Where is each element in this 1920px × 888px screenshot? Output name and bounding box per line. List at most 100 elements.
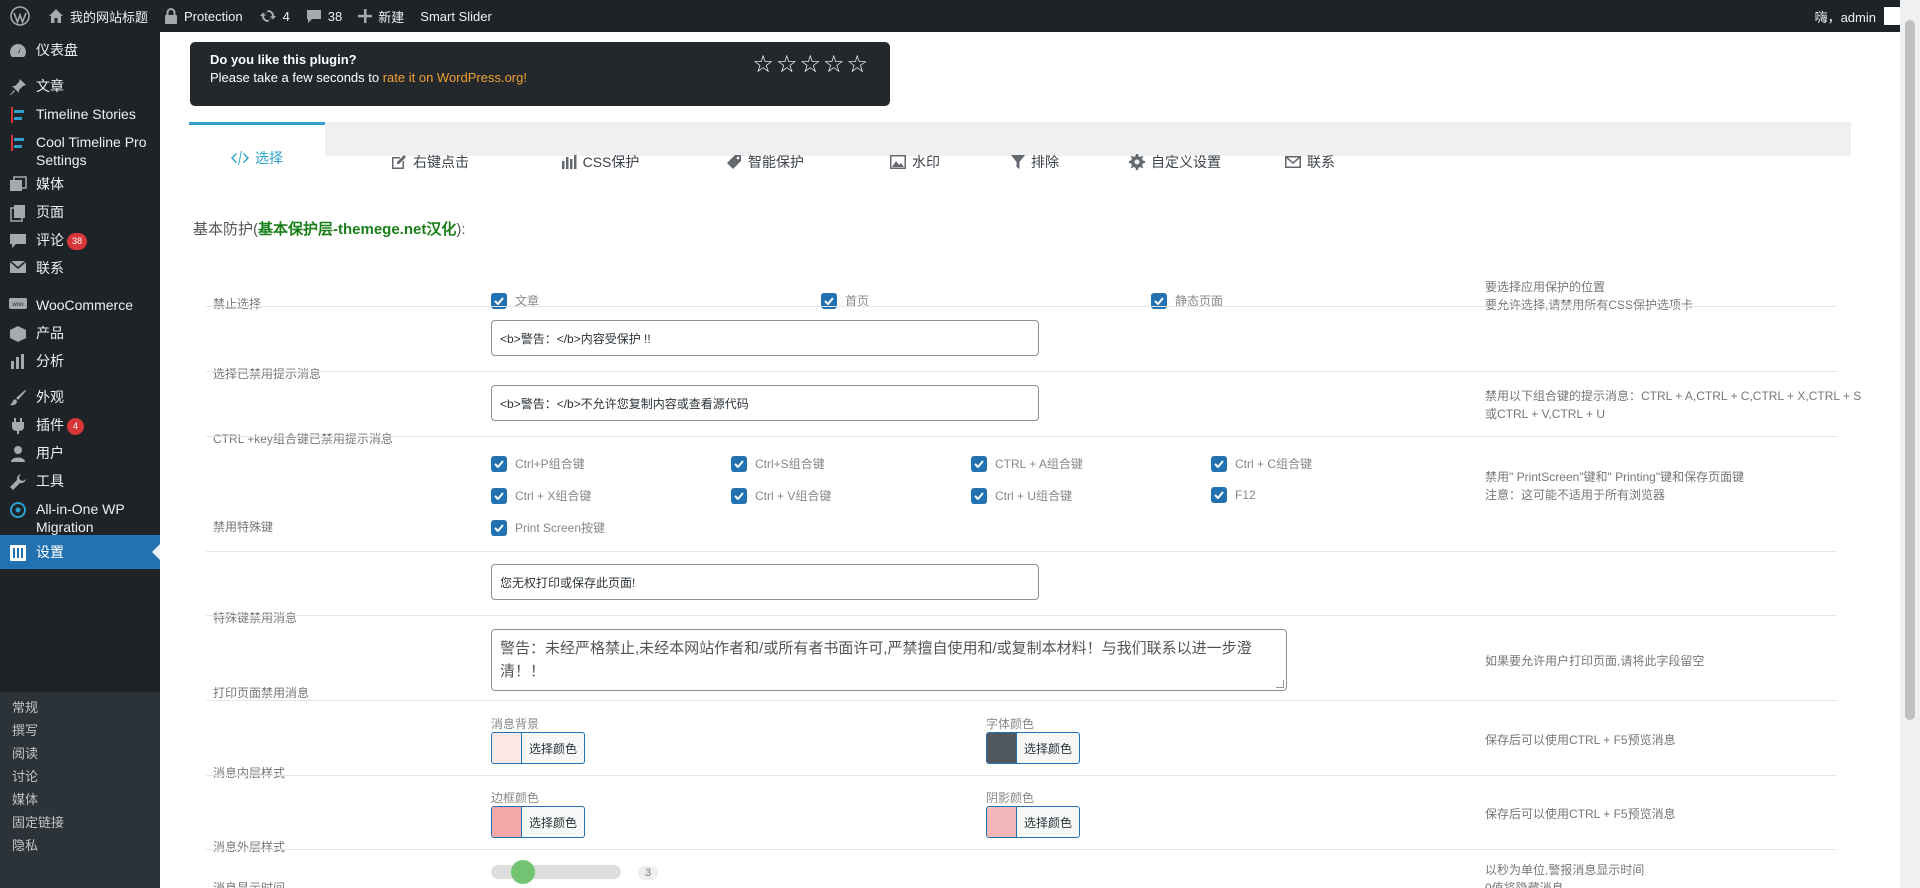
user-icon	[0, 444, 36, 463]
print-msg-textarea[interactable]: 警告：未经严格禁止,未经本网站作者和/或所有者书面许可,严禁擅自使用和/或复制本…	[491, 629, 1287, 691]
section-title: 基本防护(基本保护层-themege.net汉化):	[193, 221, 466, 238]
submenu-item-privacy[interactable]: 隐私	[12, 835, 38, 854]
bg-color-picker[interactable]: 选择颜色	[491, 732, 585, 764]
sidebar-item-label: 外观	[36, 389, 64, 405]
checkbox-ctrl-c[interactable]: Ctrl + C组合键	[1211, 455, 1312, 472]
checkbox-check-icon	[1211, 455, 1227, 472]
ctrl-msg-input[interactable]: <b>警告：</b>不允许您复制内容或查看源代码	[491, 385, 1039, 421]
sidebar-item-contact[interactable]: 联系	[0, 259, 160, 277]
hint-special-keys: 禁用" PrintScreen"键和" Printing"键和保存页面键 注意：这…	[1485, 470, 1745, 502]
sidebar-item-posts[interactable]: 文章	[0, 77, 160, 96]
greeting: 嗨，admin	[1814, 9, 1876, 25]
plus-icon	[358, 9, 373, 23]
rate-link[interactable]: rate it on WordPress.org!	[383, 70, 527, 85]
display-time-slider[interactable]	[491, 860, 621, 884]
checkbox-ctrl-u[interactable]: Ctrl + U组合键	[971, 487, 1072, 504]
tab-watermark[interactable]: 水印	[855, 128, 975, 196]
smart-slider-link[interactable]: Smart Slider	[412, 0, 500, 32]
comments-link[interactable]: 38	[298, 0, 350, 32]
checkbox-ctrl-s[interactable]: Ctrl+S组合键	[731, 455, 825, 472]
sidebar-item-timeline-stories[interactable]: Timeline Stories	[0, 105, 160, 124]
select-msg-input[interactable]: <b>警告：</b>内容受保护 !!	[491, 320, 1039, 356]
page-scrollbar[interactable]	[1900, 0, 1920, 888]
checkbox-ctrl-p[interactable]: Ctrl+P组合键	[491, 455, 585, 472]
sidebar-item-dashboard[interactable]: 仪表盘	[0, 41, 160, 60]
tab-exclude[interactable]: 排除	[980, 128, 1090, 196]
media-icon	[0, 175, 36, 194]
tab-right-click[interactable]: 右键点击	[360, 128, 500, 196]
tab-select[interactable]: 选择	[189, 122, 325, 190]
sidebar-item-label: 联系	[36, 260, 64, 276]
updates-link[interactable]: 4	[251, 0, 298, 32]
new-label: 新建	[378, 9, 405, 25]
sidebar-item-woocommerce[interactable]: woo WooCommerce	[0, 296, 160, 314]
tab-label: CSS保护	[582, 154, 640, 170]
new-content-link[interactable]: 新建	[350, 0, 412, 32]
checkbox-ctrl-a[interactable]: CTRL + A组合键	[971, 455, 1083, 472]
font-color-picker[interactable]: 选择颜色	[986, 732, 1080, 764]
sidebar-item-plugins[interactable]: 插件 4	[0, 416, 160, 435]
pin-icon	[0, 77, 36, 96]
tab-contact[interactable]: 联系	[1250, 128, 1370, 196]
sidebar-item-label: 页面	[36, 204, 64, 220]
slider-handle[interactable]	[511, 860, 535, 884]
border-color-picker[interactable]: 选择颜色	[491, 806, 585, 838]
checkbox-print-screen[interactable]: Print Screen按键	[491, 519, 605, 536]
sidebar-item-settings[interactable]: 设置	[0, 535, 160, 569]
sidebar-item-comments[interactable]: 评论 38	[0, 231, 160, 250]
tab-smart-protection[interactable]: 智能保护	[690, 128, 840, 196]
sidebar-item-migration[interactable]: All-in-One WP Migration	[0, 500, 160, 536]
comment-count-badge: 38	[67, 233, 88, 250]
wordpress-logo-icon[interactable]	[0, 0, 40, 32]
tab-label: 水印	[912, 154, 940, 170]
rating-notice: Do you like this plugin? Please take a f…	[190, 42, 890, 106]
submenu-item-general[interactable]: 常规	[12, 697, 38, 716]
protection-label: Protection	[184, 8, 243, 24]
checkbox-ctrl-x[interactable]: Ctrl + X组合键	[491, 487, 591, 504]
chart-icon	[0, 352, 36, 369]
sidebar-item-label: Timeline Stories	[36, 106, 136, 122]
checkbox-check-icon	[731, 455, 747, 472]
submenu-item-discussion[interactable]: 讨论	[12, 766, 38, 785]
sidebar-item-timeline-settings[interactable]: Cool Timeline Pro Settings	[0, 133, 160, 169]
sidebar-item-media[interactable]: 媒体	[0, 175, 160, 194]
sidebar-item-products[interactable]: 产品	[0, 324, 160, 343]
site-name-link[interactable]: 我的网站标题	[40, 0, 156, 32]
tab-custom-settings[interactable]: 自定义设置	[1100, 128, 1250, 196]
brush-icon	[0, 388, 36, 407]
submenu-item-writing[interactable]: 撰写	[12, 720, 38, 739]
row-divider	[206, 436, 1836, 437]
protection-link[interactable]: Protection	[156, 0, 251, 32]
resize-handle[interactable]	[1276, 680, 1284, 688]
sidebar-item-label: 分析	[36, 353, 64, 369]
smart-slider-label: Smart Slider	[420, 8, 492, 24]
sidebar-item-tools[interactable]: 工具	[0, 472, 160, 491]
hint-ctrl-msg: 禁用以下组合键的提示消息：CTRL + A,CTRL + C,CTRL + X,…	[1485, 389, 1862, 421]
rating-stars[interactable]: ☆☆☆☆☆	[752, 50, 870, 79]
submenu-item-permalinks[interactable]: 固定链接	[12, 812, 64, 831]
sidebar-item-label: 媒体	[36, 176, 64, 192]
scrollbar-thumb[interactable]	[1905, 20, 1915, 720]
sidebar-item-users[interactable]: 用户	[0, 444, 160, 463]
checkbox-ctrl-v[interactable]: Ctrl + V组合键	[731, 487, 831, 504]
tab-css-protection[interactable]: CSS保护	[530, 128, 670, 196]
checkbox-check-icon	[971, 455, 987, 472]
sidebar-item-label: All-in-One WP Migration	[36, 501, 125, 535]
plugin-update-badge: 4	[67, 418, 84, 435]
site-name: 我的网站标题	[70, 9, 149, 25]
shadow-color-picker[interactable]: 选择颜色	[986, 806, 1080, 838]
submenu-item-reading[interactable]: 阅读	[12, 743, 38, 762]
checkbox-f12[interactable]: F12	[1211, 487, 1256, 503]
special-msg-input[interactable]: 您无权打印或保存此页面!	[491, 564, 1039, 600]
sidebar-item-analytics[interactable]: 分析	[0, 352, 160, 370]
row-label-special-keys: 禁用特殊键	[213, 520, 274, 534]
sidebar-item-appearance[interactable]: 外观	[0, 388, 160, 407]
account-menu[interactable]: 嗨，admin	[1815, 0, 1902, 32]
row-divider	[206, 306, 1836, 307]
sidebar-item-pages[interactable]: 页面	[0, 203, 160, 222]
mail-icon	[0, 259, 36, 274]
row-label-select-msg: 选择已禁用提示消息	[213, 367, 322, 381]
hint-inner-style: 保存后可以使用CTRL + F5预览消息	[1485, 733, 1676, 747]
submenu-item-media[interactable]: 媒体	[12, 789, 38, 808]
admin-sidebar: 仪表盘 文章 Timeline Stories Cool Timeline Pr…	[0, 32, 160, 888]
